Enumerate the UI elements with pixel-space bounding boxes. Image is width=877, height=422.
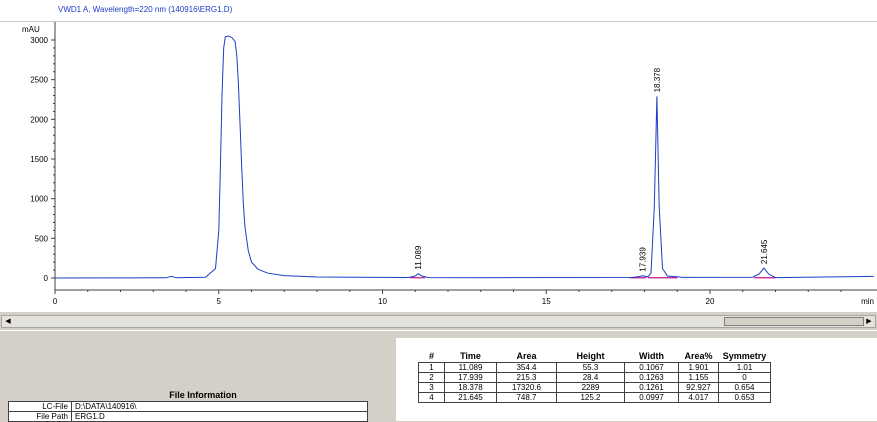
peak-table-cell: 18.378 <box>444 382 497 393</box>
peak-table: # Time Area Height Width Area% Symmetry 1 11.08… <box>418 350 771 403</box>
scroll-thumb[interactable] <box>724 317 864 326</box>
peak-table-header: Symmetry <box>722 351 767 361</box>
table-row: 3 18.378 17320.6 2289 0.1261 92.927 0.654 <box>418 382 771 393</box>
file-info-label: File Path <box>8 411 72 422</box>
y-tick-label: 1500 <box>30 155 48 164</box>
peak-table-cell: 28.4 <box>556 372 625 383</box>
file-info-label: LC-File <box>8 401 72 412</box>
peak-label: 21.645 <box>760 239 769 264</box>
peak-table-cell: 1.01 <box>718 362 771 373</box>
peak-table-cell: 17.939 <box>444 372 497 383</box>
arrow-left-icon[interactable]: ◀ <box>2 316 14 327</box>
peak-table-cell: 11.089 <box>444 362 497 373</box>
report-panel: File Information LC-File D:\DATA\140916\ F… <box>0 330 877 422</box>
peak-table-cell: 1.901 <box>678 362 719 373</box>
x-tick-label: 10 <box>378 297 387 306</box>
peak-table-cell: 3 <box>418 382 445 393</box>
peak-table-cell: 215.3 <box>496 372 557 383</box>
peak-table-cell: 4.017 <box>678 392 719 403</box>
peak-table-cell: 0 <box>718 372 771 383</box>
x-tick-label: 0 <box>53 297 58 306</box>
peak-table-cell: 0.1067 <box>624 362 679 373</box>
peak-table-header: Height <box>576 351 605 361</box>
peak-table-cell: 0.1263 <box>624 372 679 383</box>
peak-table-cell: 0.654 <box>718 382 771 393</box>
peak-label: 17.939 <box>639 247 648 272</box>
peak-table-cell: 748.7 <box>496 392 557 403</box>
y-tick-label: 0 <box>44 274 49 283</box>
arrow-right-icon[interactable]: ▶ <box>863 316 875 327</box>
file-info-value: D:\DATA\140916\ <box>71 401 368 412</box>
peak-table-cell: 125.2 <box>556 392 625 403</box>
peak-table-cell: 55.3 <box>556 362 625 373</box>
file-information: File Information LC-File D:\DATA\140916\ F… <box>8 389 368 422</box>
file-info-table: LC-File D:\DATA\140916\ File Path ERG1.D <box>8 401 368 422</box>
chromatogram-chart: 0 500 1000 1500 2000 2500 3000 mAU 0 5 10 15 20 min 11… <box>22 22 877 306</box>
table-row: 4 21.645 748.7 125.2 0.0997 4.017 0.653 <box>418 392 771 403</box>
peak-table-cell: 1.155 <box>678 372 719 383</box>
peak-table-cell: 0.1261 <box>624 382 679 393</box>
peak-table-header: Area% <box>684 351 713 361</box>
peak-label: 18.378 <box>653 67 662 92</box>
file-info-row: File Path ERG1.D <box>8 411 368 422</box>
chart-title: VWD1 A, Wavelength=220 nm (140916\ERG1.D… <box>58 5 233 14</box>
y-tick-label: 500 <box>35 234 49 243</box>
peak-table-box: # Time Area Height Width Area% Symmetry 1 11.08… <box>396 338 877 421</box>
x-tick-label: 15 <box>542 297 551 306</box>
y-tick-label: 2000 <box>30 115 48 124</box>
peak-table-cell: 2 <box>418 372 445 383</box>
peak-table-header: Width <box>639 351 664 361</box>
peak-table-cell: 4 <box>418 392 445 403</box>
chromatogram-panel: 0 500 1000 1500 2000 2500 3000 mAU 0 5 10 15 20 min 11… <box>0 0 877 312</box>
table-row: 1 11.089 354.4 55.3 0.1067 1.901 1.01 <box>418 362 771 373</box>
table-row: 2 17.939 215.3 28.4 0.1263 1.155 0 <box>418 372 771 383</box>
x-tick-label: 20 <box>706 297 715 306</box>
y-tick-label: 1000 <box>30 195 48 204</box>
file-info-value: ERG1.D <box>71 411 368 422</box>
x-tick-label: 5 <box>217 297 222 306</box>
x-axis-label: min <box>861 297 874 306</box>
file-info-title: File Information <box>169 390 237 400</box>
horizontal-scrollbar[interactable]: ◀ ▶ <box>1 315 876 328</box>
peak-table-cell: 0.0997 <box>624 392 679 403</box>
peak-table-cell: 1 <box>418 362 445 373</box>
peak-table-cell: 92.927 <box>678 382 719 393</box>
y-axis-label: mAU <box>22 25 40 34</box>
peak-label: 11.089 <box>414 245 423 269</box>
signal-trace <box>54 35 874 279</box>
peak-table-cell: 21.645 <box>444 392 497 403</box>
peak-table-cell: 2289 <box>556 382 625 393</box>
y-tick-label: 2500 <box>30 76 48 85</box>
peak-table-cell: 354.4 <box>496 362 557 373</box>
peak-table-header: Area <box>516 351 537 361</box>
peak-table-cell: 0.653 <box>718 392 771 403</box>
peak-table-cell: 17320.6 <box>496 382 557 393</box>
peak-table-header: # <box>428 351 434 361</box>
file-info-row: LC-File D:\DATA\140916\ <box>8 401 368 412</box>
peak-table-header: Time <box>460 351 481 361</box>
y-tick-label: 3000 <box>30 36 48 45</box>
chart-title-bar: VWD1 A, Wavelength=220 nm (140916\ERG1.D… <box>0 0 877 22</box>
